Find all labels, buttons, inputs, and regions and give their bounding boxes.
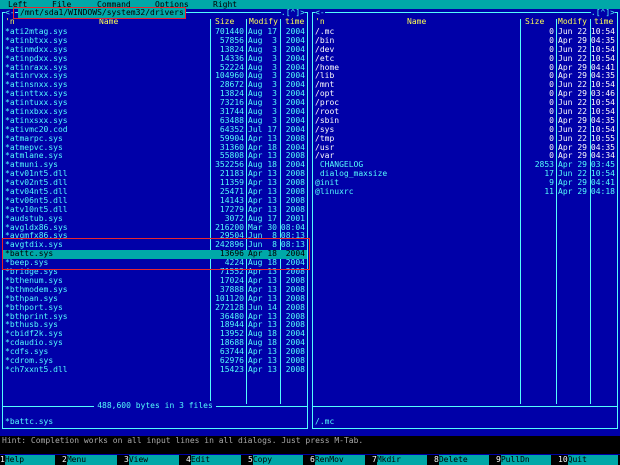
file-day: 29: [577, 187, 587, 197]
path-highlight-box: [13, 7, 186, 19]
left-panel[interactable]: <- /mnt/sda1/WINDOWS/system32/drivers .[…: [2, 8, 308, 429]
fkey-renmov-button[interactable]: 6RenMov: [310, 455, 365, 465]
fkey-label: RenMov: [314, 455, 365, 465]
fkey-label: PullDn: [500, 455, 551, 465]
right-header-modify[interactable]: Modify: [558, 17, 587, 27]
right-header-size[interactable]: Size: [525, 17, 544, 27]
fkey-menu-button[interactable]: 2Menu: [62, 455, 117, 465]
right-header-n[interactable]: 'n: [315, 17, 325, 27]
fkey-pulldn-button[interactable]: 9PullDn: [496, 455, 551, 465]
left-header-name[interactable]: Name: [99, 17, 118, 27]
file-name: *ch7xxnt5.dll: [5, 364, 68, 374]
left-header-time[interactable]: time: [285, 17, 304, 27]
command-line[interactable]: [0, 445, 620, 454]
file-name: @linuxrc: [315, 187, 354, 197]
function-key-bar: 1Help 2Menu 3View 4Edit 5Copy 6RenMov 7Mkdir 8D…: [0, 455, 620, 465]
file-month: Apr: [248, 364, 263, 374]
fkey-label: Mkdir: [376, 455, 427, 465]
fkey-label: View: [128, 455, 179, 465]
file-time: 04:18: [590, 187, 615, 197]
left-header-modify[interactable]: Modify: [249, 17, 278, 27]
fkey-label: Copy: [252, 455, 303, 465]
fkey-help-button[interactable]: 1Help: [0, 455, 55, 465]
fkey-label: Quit: [567, 455, 618, 465]
left-file-list[interactable]: *ati2mtag.sys 701440 Aug 17 2004 *atinbtxx.sy…: [3, 27, 307, 375]
file-size: 15423: [219, 364, 244, 374]
fkey-view-button[interactable]: 3View: [124, 455, 179, 465]
fkey-number: 10: [558, 455, 568, 464]
fkey-copy-button[interactable]: 5Copy: [248, 455, 303, 465]
fkey-edit-button[interactable]: 4Edit: [186, 455, 241, 465]
left-summary-text: 488,600 bytes in 3 files: [94, 401, 216, 410]
fkey-label: Edit: [190, 455, 241, 465]
right-file-list[interactable]: /.mc 0 Jun 22 10:54/bin 0 Apr 29 04:35/dev 0 Jun 22…: [313, 27, 617, 197]
left-status-name: *battc.sys: [5, 417, 54, 426]
right-status-separator: [313, 406, 617, 407]
table-row[interactable]: *ch7xxnt5.dll 15423 Apr 13 2008: [3, 364, 307, 375]
menu-right[interactable]: Right: [213, 0, 237, 9]
hint-bar: Hint: Completion works on all input line…: [0, 436, 620, 445]
table-row[interactable]: @linuxrc 11 Apr 29 04:18: [313, 187, 617, 197]
fkey-delete-button[interactable]: 8Delete: [434, 455, 489, 465]
left-header-n[interactable]: 'n: [5, 17, 15, 27]
right-panel[interactable]: <- .[^]> 'n Name Size Modify time /.mc 0 J…: [312, 8, 618, 429]
fkey-label: Menu: [66, 455, 117, 465]
avg-files-highlight-box: [2, 238, 310, 270]
file-time: 2008: [285, 364, 305, 374]
right-header-name[interactable]: Name: [407, 17, 426, 27]
left-header-size[interactable]: Size: [215, 17, 234, 27]
fkey-label: Help: [4, 455, 55, 465]
file-day: 13: [267, 364, 277, 374]
right-status-name: /.mc: [315, 417, 335, 426]
fkey-quit-button[interactable]: 10Quit: [558, 455, 618, 465]
file-month: Apr: [558, 187, 573, 197]
right-header-time[interactable]: time: [594, 17, 613, 27]
hint-text: Hint: Completion works on all input line…: [2, 436, 364, 445]
file-size: 11: [544, 187, 554, 197]
left-summary: 488,600 bytes in 3 files: [3, 401, 307, 411]
fkey-label: Delete: [438, 455, 489, 465]
fkey-mkdir-button[interactable]: 7Mkdir: [372, 455, 427, 465]
